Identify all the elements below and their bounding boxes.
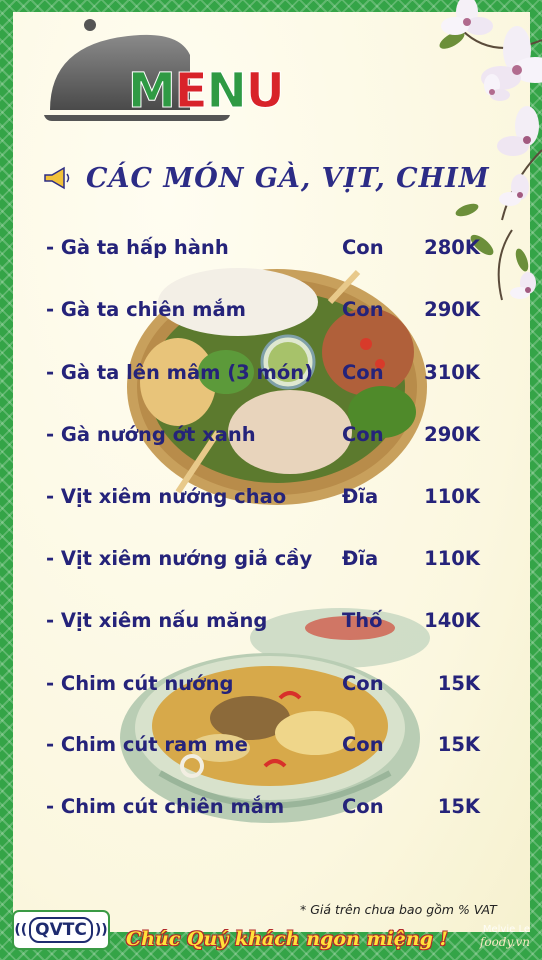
item-name: - Vịt xiêm nướng giả cầy [46, 547, 313, 570]
watermark-brand: foody.vn [479, 935, 530, 949]
item-unit: Đĩa [342, 485, 379, 508]
menu-item: - Gà ta lên mâm (3 món) Con 310K [46, 361, 486, 393]
item-price: 290K [424, 298, 480, 321]
item-price: 15K [437, 795, 480, 818]
item-name: - Chim cút nướng [46, 672, 234, 695]
item-price: 310K [424, 361, 480, 384]
wave-icon: )) [94, 922, 108, 938]
item-price: 290K [424, 423, 480, 446]
item-unit: Con [342, 733, 384, 756]
menu-item: - Vịt xiêm nướng giả cầy Đĩa 110K [46, 547, 486, 579]
menu-logo: M E N U [40, 15, 300, 125]
item-unit: Con [342, 672, 384, 695]
menu-item: - Vịt xiêm nướng chao Đĩa 110K [46, 485, 486, 517]
logo-text: M E N U [128, 63, 286, 120]
qvtc-logo-text: QVTC [29, 917, 93, 943]
item-unit: Con [342, 795, 384, 818]
item-unit: Con [342, 298, 384, 321]
item-price: 15K [437, 672, 480, 695]
item-price: 140K [424, 609, 480, 632]
item-price: 110K [424, 485, 480, 508]
section-title: CÁC MÓN GÀ, VỊT, CHIM [86, 162, 490, 194]
item-price: 110K [424, 547, 480, 570]
item-name: - Gà nướng ớt xanh [46, 423, 256, 446]
item-name: - Vịt xiêm nướng chao [46, 485, 287, 508]
item-unit: Con [342, 423, 384, 446]
menu-item: - Gà nướng ớt xanh Con 290K [46, 423, 486, 455]
item-unit: Đĩa [342, 547, 379, 570]
qvtc-logo: (( QVTC )) [12, 910, 110, 950]
item-name: - Gà ta chiên mắm [46, 298, 246, 321]
section-heading: CÁC MÓN GÀ, VỊT, CHIM [42, 158, 490, 198]
item-name: - Gà ta lên mâm (3 món) [46, 361, 314, 384]
wave-icon: (( [14, 922, 28, 938]
item-unit: Con [342, 236, 384, 259]
menu-item: - Vịt xiêm nấu măng Thố 140K [46, 609, 486, 641]
greeting-text: Chúc Quý khách ngon miệng ! [126, 928, 448, 950]
watermark: Melvie Le foody.vn [480, 924, 530, 948]
vat-note: * Giá trên chưa bao gồm % VAT [300, 902, 497, 917]
megaphone-icon [44, 166, 70, 190]
item-unit: Thố [342, 609, 383, 632]
menu-item: - Chim cút chiên mắm Con 15K [46, 795, 486, 827]
item-name: - Chim cút chiên mắm [46, 795, 285, 818]
menu-item: - Chim cút nướng Con 15K [46, 672, 486, 704]
item-name: - Vịt xiêm nấu măng [46, 609, 268, 632]
item-unit: Con [342, 361, 384, 384]
item-price: 15K [437, 733, 480, 756]
menu-item: - Gà ta hấp hành Con 280K [46, 236, 486, 268]
menu-item: - Chim cút ram me Con 15K [46, 733, 486, 765]
menu-item: - Gà ta chiên mắm Con 290K [46, 298, 486, 330]
item-name: - Chim cút ram me [46, 733, 248, 756]
item-name: - Gà ta hấp hành [46, 236, 229, 259]
item-price: 280K [424, 236, 480, 259]
